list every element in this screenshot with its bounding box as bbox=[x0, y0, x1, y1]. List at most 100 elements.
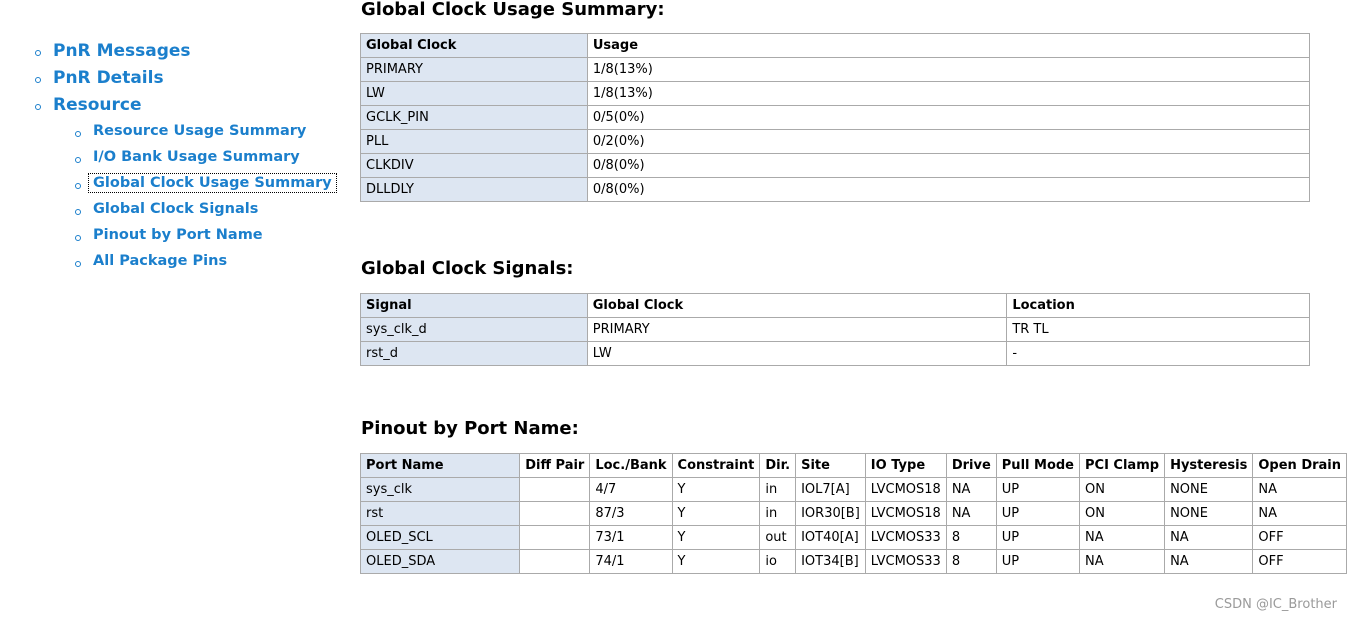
table-cell: DLLDLY bbox=[360, 177, 588, 202]
nav-link-global-clock-signals[interactable]: Global Clock Signals bbox=[93, 201, 258, 217]
table-cell: PRIMARY bbox=[586, 317, 1008, 342]
clock-usage-table: Global Clock Usage PRIMARY 1/8(13%) LW 1… bbox=[360, 33, 1311, 202]
table-cell: NONE bbox=[1164, 477, 1254, 502]
table-cell: LVCMOS33 bbox=[864, 525, 947, 550]
nav-link-all-package-pins[interactable]: All Package Pins bbox=[93, 253, 227, 269]
table-row: sys_clk 4/7 Y in IOL7[A] LVCMOS18 NA UP … bbox=[359, 477, 1347, 502]
report-page: PnR Messages PnR Details Resource Resour… bbox=[0, 0, 1353, 622]
bullet-icon bbox=[35, 104, 41, 110]
section-title-clock-usage: Global Clock Usage Summary: bbox=[361, 0, 665, 20]
table-header-row: Global Clock Usage bbox=[360, 33, 1311, 58]
table-cell: NA bbox=[945, 501, 997, 526]
nav-link-pinout-by-port-name[interactable]: Pinout by Port Name bbox=[93, 227, 263, 243]
nav-link-io-bank-usage-summary[interactable]: I/O Bank Usage Summary bbox=[93, 149, 300, 165]
watermark-text: CSDN @IC_Brother bbox=[1214, 597, 1337, 612]
nav-link-resource-usage-summary[interactable]: Resource Usage Summary bbox=[93, 123, 306, 139]
bullet-icon bbox=[75, 235, 81, 241]
table-cell: ON bbox=[1078, 477, 1166, 502]
table-cell: 1/8(13%) bbox=[586, 81, 1311, 106]
column-header: Site bbox=[795, 453, 866, 478]
column-header: Port Name bbox=[359, 453, 521, 478]
bullet-icon bbox=[75, 261, 81, 267]
table-row: OLED_SCL 73/1 Y out IOT40[A] LVCMOS33 8 … bbox=[359, 525, 1347, 550]
table-cell: Y bbox=[671, 477, 761, 502]
table-cell: NA bbox=[1078, 525, 1166, 550]
table-cell: sys_clk_d bbox=[360, 317, 588, 342]
table-header-row: Port Name Diff Pair Loc./Bank Constraint… bbox=[359, 453, 1347, 478]
column-header: Diff Pair bbox=[519, 453, 591, 478]
table-cell: PLL bbox=[360, 129, 588, 154]
table-cell: NA bbox=[1252, 477, 1347, 502]
column-header: Open Drain bbox=[1252, 453, 1347, 478]
table-cell: NONE bbox=[1164, 501, 1254, 526]
table-cell: IOT34[B] bbox=[795, 549, 866, 574]
table-cell: LVCMOS33 bbox=[864, 549, 947, 574]
table-cell: IOL7[A] bbox=[795, 477, 866, 502]
column-header: IO Type bbox=[864, 453, 947, 478]
column-header: Dir. bbox=[759, 453, 797, 478]
nav-link-global-clock-usage-summary[interactable]: Global Clock Usage Summary bbox=[88, 173, 337, 193]
table-cell: Y bbox=[671, 549, 761, 574]
table-cell: sys_clk bbox=[359, 477, 521, 502]
bullet-icon bbox=[35, 77, 41, 83]
table-cell: in bbox=[759, 501, 797, 526]
table-cell: NA bbox=[1078, 549, 1166, 574]
table-cell: IOT40[A] bbox=[795, 525, 866, 550]
table-cell: 8 bbox=[945, 525, 997, 550]
table-cell: UP bbox=[995, 477, 1081, 502]
table-cell: UP bbox=[995, 525, 1081, 550]
table-cell: NA bbox=[945, 477, 997, 502]
pinout-table: Port Name Diff Pair Loc./Bank Constraint… bbox=[359, 453, 1347, 574]
table-cell: PRIMARY bbox=[360, 57, 588, 82]
column-header: PCI Clamp bbox=[1078, 453, 1166, 478]
table-cell: Y bbox=[671, 525, 761, 550]
table-header-row: Signal Global Clock Location bbox=[360, 293, 1310, 318]
table-cell bbox=[519, 549, 591, 574]
table-cell: 4/7 bbox=[589, 477, 673, 502]
column-header: Global Clock bbox=[360, 33, 588, 58]
table-cell: out bbox=[759, 525, 797, 550]
table-cell: LVCMOS18 bbox=[864, 477, 947, 502]
column-header: Loc./Bank bbox=[589, 453, 673, 478]
table-cell: UP bbox=[995, 549, 1081, 574]
table-cell: 87/3 bbox=[589, 501, 673, 526]
nav-link-pnr-details[interactable]: PnR Details bbox=[53, 68, 164, 88]
table-row: sys_clk_d PRIMARY TR TL bbox=[360, 317, 1310, 342]
table-cell: rst_d bbox=[360, 341, 588, 366]
column-header: Constraint bbox=[671, 453, 761, 478]
table-cell: 0/5(0%) bbox=[586, 105, 1311, 130]
column-header: Pull Mode bbox=[995, 453, 1081, 478]
table-cell: OFF bbox=[1252, 549, 1347, 574]
table-cell: LW bbox=[360, 81, 588, 106]
table-row: OLED_SDA 74/1 Y io IOT34[B] LVCMOS33 8 U… bbox=[359, 549, 1347, 574]
table-cell bbox=[519, 501, 591, 526]
nav-link-pnr-messages[interactable]: PnR Messages bbox=[53, 41, 191, 61]
table-cell: UP bbox=[995, 501, 1081, 526]
column-header: Signal bbox=[360, 293, 588, 318]
bullet-icon bbox=[75, 157, 81, 163]
table-cell: 73/1 bbox=[589, 525, 673, 550]
column-header: Usage bbox=[586, 33, 1311, 58]
table-row: CLKDIV 0/8(0%) bbox=[360, 153, 1311, 178]
table-cell: - bbox=[1006, 341, 1310, 366]
table-cell: GCLK_PIN bbox=[360, 105, 588, 130]
table-cell: rst bbox=[359, 501, 521, 526]
table-cell: NA bbox=[1164, 525, 1254, 550]
column-header: Global Clock bbox=[586, 293, 1008, 318]
clock-signals-table: Signal Global Clock Location sys_clk_d P… bbox=[360, 293, 1310, 366]
table-row: DLLDLY 0/8(0%) bbox=[360, 177, 1311, 202]
nav-link-resource[interactable]: Resource bbox=[53, 95, 142, 115]
column-header: Location bbox=[1006, 293, 1310, 318]
section-title-pinout: Pinout by Port Name: bbox=[361, 418, 579, 439]
table-cell: 0/8(0%) bbox=[586, 177, 1311, 202]
table-cell: OFF bbox=[1252, 525, 1347, 550]
bullet-icon bbox=[75, 209, 81, 215]
table-cell: in bbox=[759, 477, 797, 502]
bullet-icon bbox=[75, 131, 81, 137]
table-cell: LVCMOS18 bbox=[864, 501, 947, 526]
table-cell: 8 bbox=[945, 549, 997, 574]
table-cell bbox=[519, 525, 591, 550]
table-row: rst 87/3 Y in IOR30[B] LVCMOS18 NA UP ON… bbox=[359, 501, 1347, 526]
table-cell: LW bbox=[586, 341, 1008, 366]
section-title-clock-signals: Global Clock Signals: bbox=[361, 258, 574, 279]
